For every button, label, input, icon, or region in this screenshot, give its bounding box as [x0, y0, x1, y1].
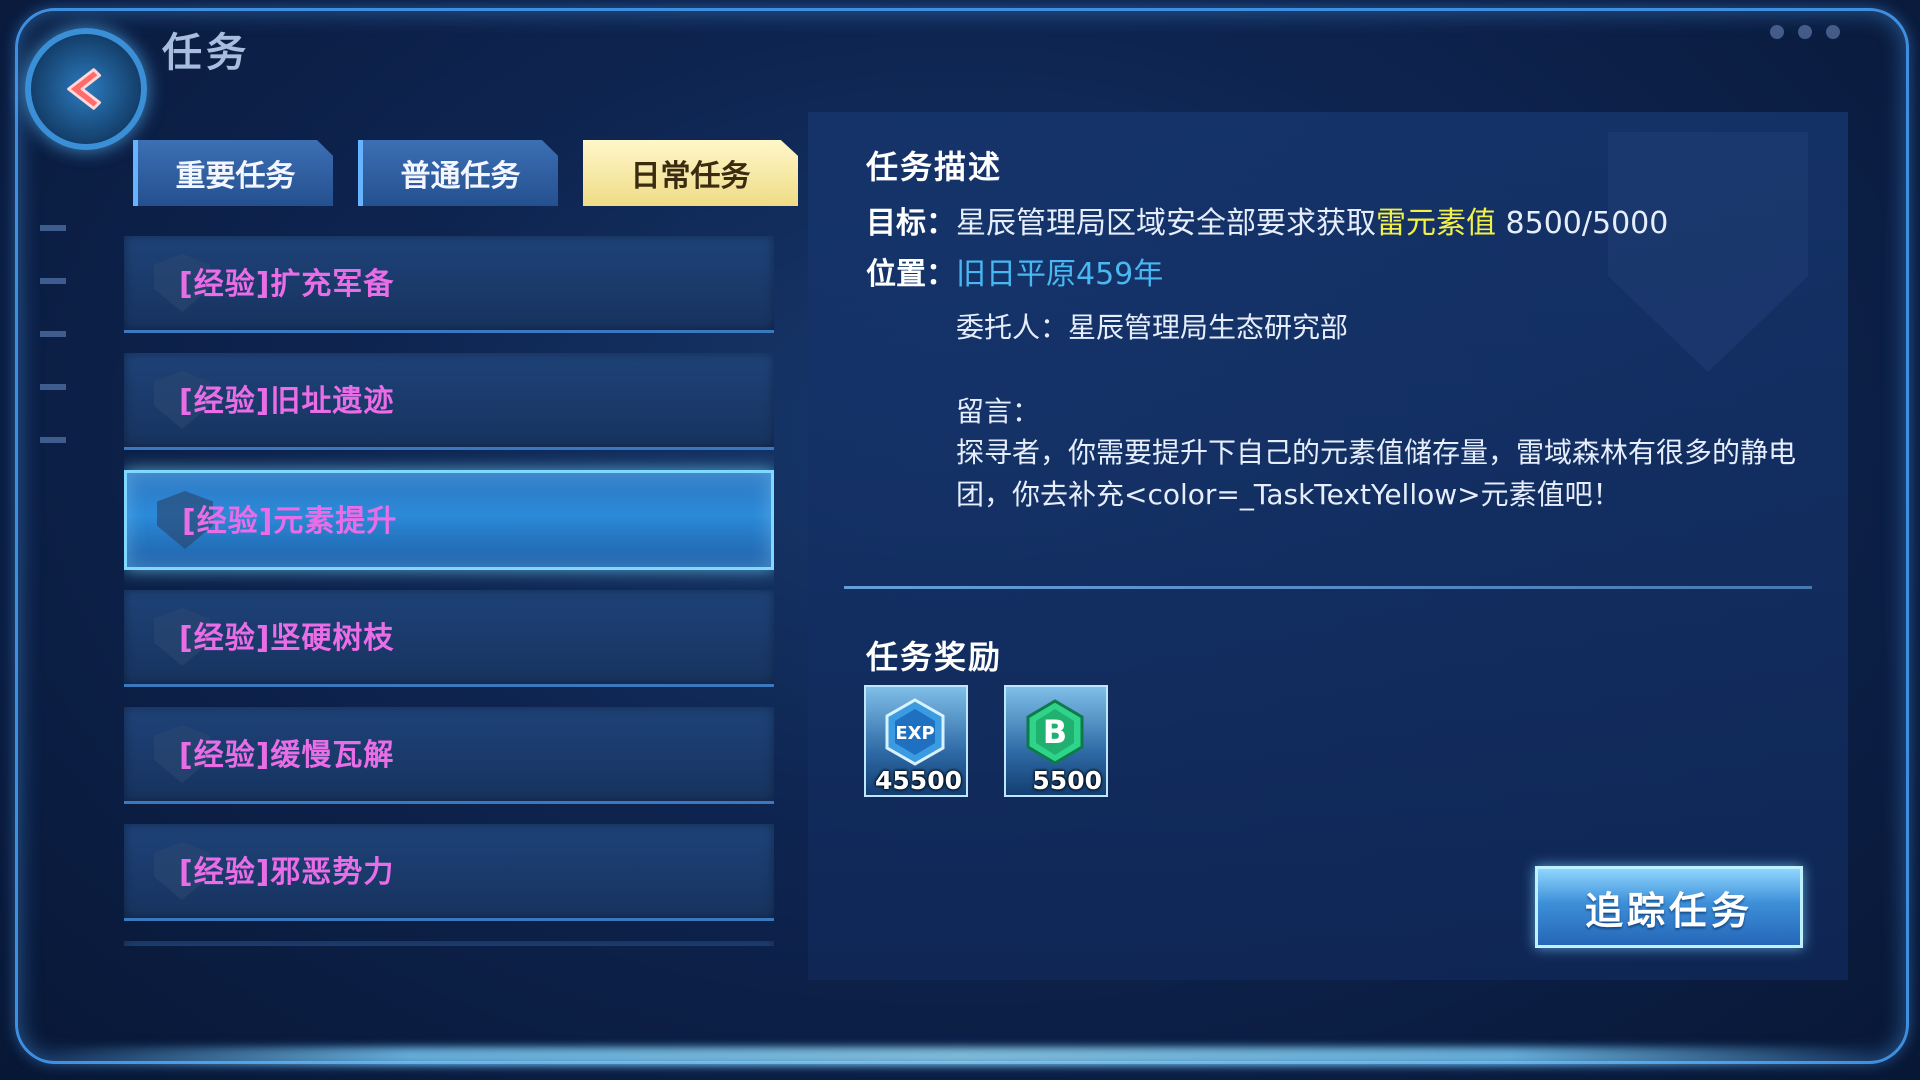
quest-label: [经验]扩充军备 — [179, 267, 395, 302]
quest-label: [经验]缓慢瓦解 — [179, 738, 395, 773]
message-text: 探寻者，你需要提升下自己的元素值储存量，雷域森林有很多的静电团，你去补充<col… — [956, 436, 1797, 511]
decor-dots — [1770, 25, 1840, 39]
exp-icon: EXP — [885, 698, 945, 766]
quest-label: [经验]坚硬树枝 — [179, 621, 395, 656]
frame-glow — [40, 1047, 1880, 1065]
reward-amount: 5500 — [1032, 766, 1102, 795]
quest-detail-panel: 任务描述 目标：星辰管理局区域安全部要求获取雷元素值 8500/5000 位置：… — [808, 112, 1848, 980]
reward-list: EXP 45500 B 5500 — [864, 685, 1108, 797]
location-label: 位置： — [866, 257, 956, 292]
reward-item[interactable]: EXP 45500 — [864, 685, 968, 797]
tab-important[interactable]: 重要任务 — [133, 140, 333, 206]
quest-tabs: 重要任务 普通任务 日常任务 — [133, 140, 798, 206]
quest-list[interactable]: [经验]扩充军备 [经验]旧址遗迹 [经验]元素提升 [经验]坚硬树枝 [经验]… — [124, 236, 774, 946]
location-line: 位置：旧日平原459年 — [866, 249, 1163, 293]
quest-label: [经验]旧址遗迹 — [179, 384, 395, 419]
quest-item[interactable]: [经验]缓慢瓦解 — [124, 707, 774, 804]
quest-label: [经验]邪恶势力 — [179, 855, 395, 890]
quest-item[interactable]: [经验]邪恶势力 — [124, 824, 774, 921]
quest-item-selected[interactable]: [经验]元素提升 — [124, 470, 774, 570]
b-coin-icon: B — [1026, 699, 1084, 765]
location-link[interactable]: 旧日平原459年 — [956, 257, 1163, 292]
target-label: 目标： — [866, 206, 956, 241]
quest-item[interactable]: [经验]扩充军备 — [124, 236, 774, 333]
client-text: 委托人：星辰管理局生态研究部 — [956, 311, 1349, 344]
reward-item[interactable]: B 5500 — [1004, 685, 1108, 797]
quest-item[interactable]: [经验]旧址遗迹 — [124, 353, 774, 450]
divider — [844, 586, 1812, 589]
back-button[interactable] — [25, 28, 147, 150]
target-progress: 8500/5000 — [1496, 206, 1669, 241]
reward-amount: 45500 — [875, 766, 962, 795]
back-arrow-icon — [67, 68, 102, 110]
target-highlight: 雷元素值 — [1376, 206, 1496, 241]
page-title: 任务 — [162, 30, 250, 76]
svg-text:B: B — [1043, 713, 1067, 751]
reward-title: 任务奖励 — [866, 638, 1003, 676]
tab-normal[interactable]: 普通任务 — [358, 140, 558, 206]
description-title: 任务描述 — [866, 148, 1003, 186]
track-quest-button[interactable]: 追踪任务 — [1535, 866, 1803, 948]
quest-item-partial[interactable] — [124, 941, 774, 946]
quest-label: [经验]元素提升 — [182, 504, 398, 539]
shield-watermark-icon — [1608, 132, 1808, 372]
svg-text:EXP: EXP — [895, 723, 934, 744]
message-label: 留言： — [956, 395, 1041, 428]
target-line: 目标：星辰管理局区域安全部要求获取雷元素值 8500/5000 — [866, 198, 1668, 242]
side-decoration — [40, 225, 66, 490]
quest-item[interactable]: [经验]坚硬树枝 — [124, 590, 774, 687]
target-text: 星辰管理局区域安全部要求获取 — [956, 206, 1376, 241]
tab-daily[interactable]: 日常任务 — [583, 140, 798, 206]
